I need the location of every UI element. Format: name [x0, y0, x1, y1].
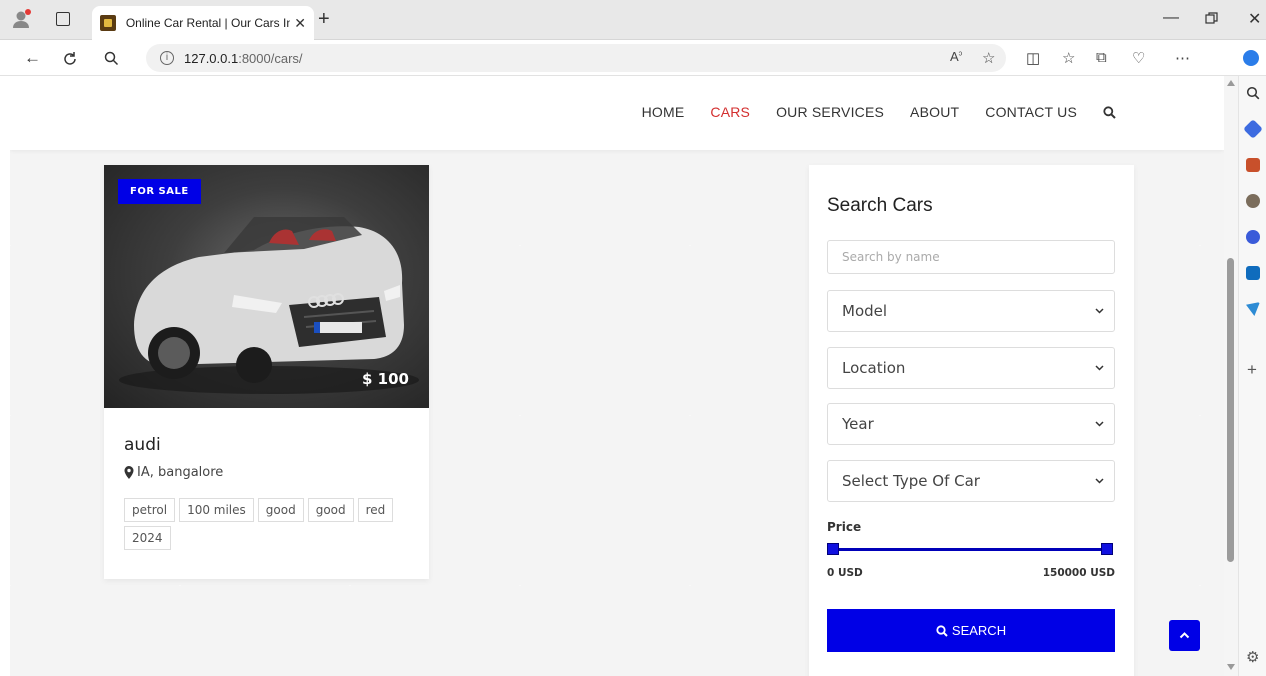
nav-cars[interactable]: CARS	[710, 104, 750, 120]
chevron-down-icon	[1095, 308, 1104, 314]
main-nav: HOME CARS OUR SERVICES ABOUT CONTACT US	[642, 104, 1116, 120]
tab-title: Online Car Rental | Our Cars Inve	[125, 16, 291, 30]
car-name[interactable]: audi	[124, 435, 161, 455]
sidebar-settings-icon[interactable]: ⚙	[1246, 648, 1259, 666]
price-min-value: 0 USD	[827, 567, 863, 579]
read-aloud-icon[interactable]: Aↄ	[950, 49, 962, 64]
search-icon	[936, 624, 948, 637]
location-select[interactable]: Location	[827, 347, 1115, 389]
collections-icon[interactable]: ⧉	[1096, 49, 1107, 66]
more-options-icon[interactable]: ⋯	[1175, 49, 1190, 67]
sidebar-tools-icon[interactable]	[1246, 158, 1260, 172]
profile-icon[interactable]	[10, 8, 32, 30]
search-icon[interactable]	[104, 51, 119, 66]
sidebar-add-icon[interactable]: +	[1247, 360, 1257, 380]
favorite-star-icon[interactable]: ☆	[982, 49, 995, 67]
url-path: :8000/cars/	[238, 50, 303, 66]
sidebar-outlook-icon[interactable]	[1246, 266, 1260, 280]
nav-our-services[interactable]: OUR SERVICES	[776, 104, 884, 120]
chevron-up-icon	[1179, 632, 1190, 639]
car-location-text: IA, bangalore	[137, 465, 224, 480]
nav-contact-us[interactable]: CONTACT US	[985, 104, 1077, 120]
browser-sidebar: + ⚙	[1238, 76, 1266, 676]
tag-year: 2024	[124, 526, 171, 550]
for-sale-badge: FOR SALE	[118, 179, 201, 204]
minimize-icon[interactable]: —	[1163, 9, 1179, 27]
model-select-value: Model	[842, 302, 888, 320]
sidebar-send-icon[interactable]	[1246, 302, 1260, 316]
search-button[interactable]: SEARCH	[827, 609, 1115, 652]
location-select-value: Location	[842, 359, 906, 377]
extensions-icon[interactable]: ♡	[1132, 49, 1145, 67]
tab-actions-icon[interactable]	[56, 12, 70, 26]
tag-condition-2: good	[307, 498, 354, 522]
page-scrollbar[interactable]	[1224, 76, 1238, 676]
browser-address-bar: ← i 127.0.0.1:8000/cars/ Aↄ ☆ ◫ ☆ ⧉ ♡ ⋯	[0, 40, 1266, 76]
price-slider-max-handle[interactable]	[1101, 543, 1113, 555]
year-select-value: Year	[842, 415, 874, 433]
nav-about[interactable]: ABOUT	[910, 104, 959, 120]
tag-color: red	[357, 498, 394, 522]
close-window-icon[interactable]: ✕	[1248, 9, 1261, 29]
browser-tab[interactable]: Online Car Rental | Our Cars Inve ✕	[92, 6, 314, 40]
sidebar-office-icon[interactable]	[1246, 230, 1260, 244]
chevron-down-icon	[1095, 478, 1104, 484]
tab-close-icon[interactable]: ✕	[294, 15, 306, 32]
car-type-select[interactable]: Select Type Of Car	[827, 460, 1115, 502]
url-host: 127.0.0.1	[184, 50, 239, 66]
site-favicon-icon	[100, 15, 116, 31]
browser-tab-bar: Online Car Rental | Our Cars Inve ✕ + — …	[0, 0, 1266, 40]
back-arrow-icon[interactable]: ←	[24, 48, 41, 68]
car-card[interactable]: FOR SALE $ 100 audi IA, bangalore petrol…	[104, 165, 429, 579]
map-pin-icon	[124, 466, 134, 479]
search-by-name-input[interactable]	[828, 241, 1114, 273]
page-viewport: HOME CARS OUR SERVICES ABOUT CONTACT US	[10, 76, 1224, 676]
car-price: $ 100	[362, 370, 409, 388]
scroll-down-icon[interactable]	[1227, 664, 1235, 670]
search-panel: Search Cars Model Location Year Select T…	[809, 165, 1134, 676]
scroll-up-icon[interactable]	[1227, 80, 1235, 86]
back-to-top-button[interactable]	[1169, 620, 1200, 651]
price-slider-track[interactable]	[831, 548, 1107, 551]
price-label: Price	[827, 520, 862, 534]
url-bar[interactable]: i 127.0.0.1:8000/cars/	[146, 44, 1006, 72]
car-location: IA, bangalore	[124, 465, 223, 480]
car-tags: petrol 100 miles good good red 2024	[124, 498, 394, 550]
site-header: HOME CARS OUR SERVICES ABOUT CONTACT US	[10, 76, 1224, 150]
search-button-label: SEARCH	[951, 623, 1007, 638]
chevron-down-icon	[1095, 365, 1104, 371]
year-select[interactable]: Year	[827, 403, 1115, 445]
model-select[interactable]: Model	[827, 290, 1115, 332]
tag-fuel: petrol	[124, 498, 176, 522]
site-info-icon[interactable]: i	[160, 51, 174, 65]
nav-search-icon[interactable]	[1103, 105, 1116, 119]
scroll-thumb[interactable]	[1227, 258, 1234, 562]
copilot-icon[interactable]	[1243, 50, 1259, 66]
sidebar-games-icon[interactable]	[1246, 194, 1260, 208]
chevron-down-icon	[1095, 421, 1104, 427]
search-panel-title: Search Cars	[827, 195, 933, 216]
sidebar-shopping-icon[interactable]	[1243, 119, 1263, 139]
sidebar-search-icon[interactable]	[1246, 86, 1260, 100]
refresh-icon[interactable]	[62, 51, 78, 67]
new-tab-icon[interactable]: +	[318, 8, 330, 31]
car-type-select-value: Select Type Of Car	[842, 472, 980, 490]
search-by-name-field[interactable]	[827, 240, 1115, 274]
tag-mileage: 100 miles	[179, 498, 254, 522]
price-slider-min-handle[interactable]	[827, 543, 839, 555]
restore-icon[interactable]	[1205, 12, 1218, 25]
nav-home[interactable]: HOME	[642, 104, 685, 120]
tag-condition: good	[257, 498, 304, 522]
favorites-list-icon[interactable]: ☆	[1062, 49, 1075, 67]
split-screen-icon[interactable]: ◫	[1026, 49, 1040, 67]
price-max-value: 150000 USD	[1042, 567, 1115, 579]
car-image[interactable]: FOR SALE $ 100	[104, 165, 429, 408]
